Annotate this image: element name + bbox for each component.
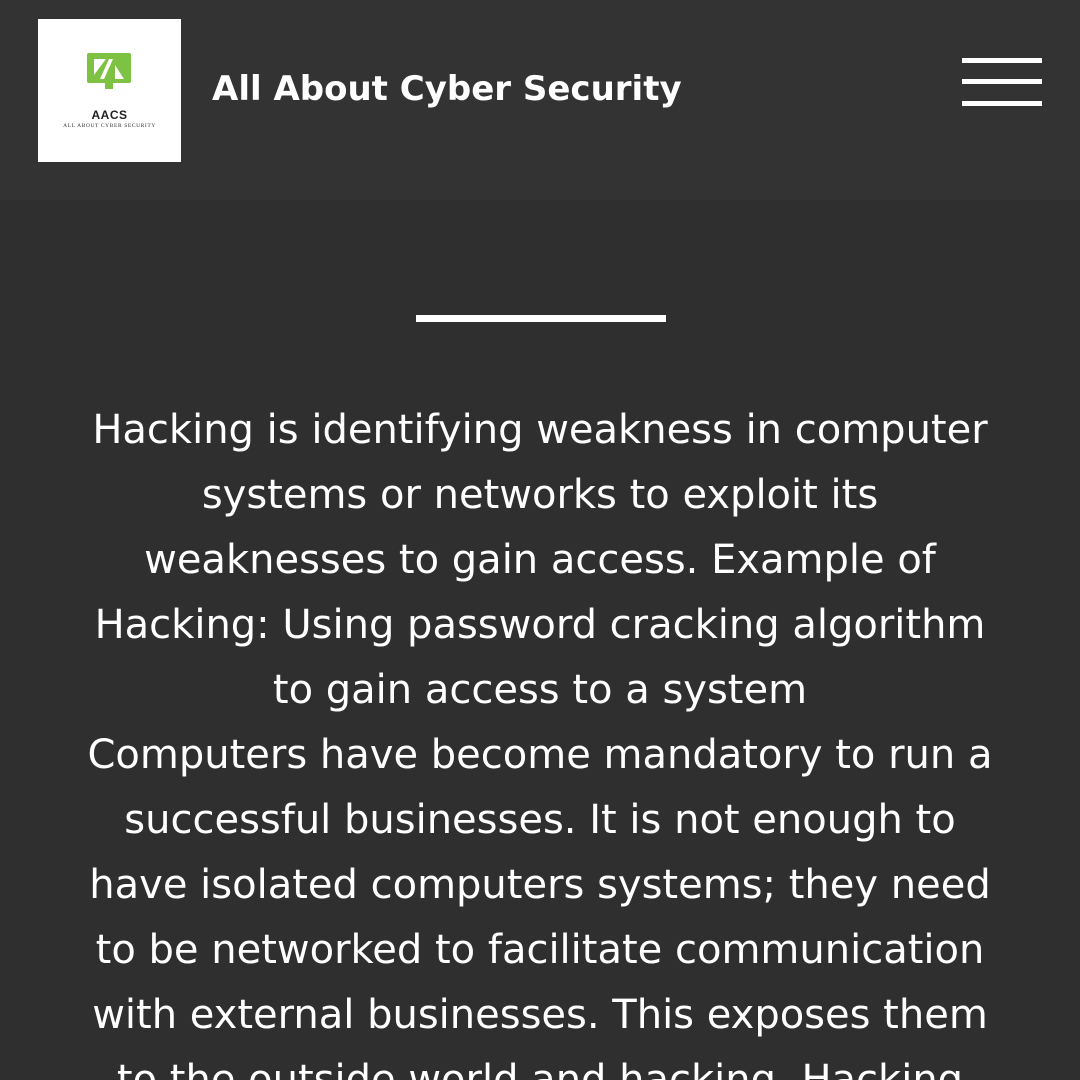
- article-line: to the outside world and hacking. Hackin…: [116, 1057, 964, 1080]
- monitor-shield-icon: [87, 53, 131, 89]
- article-line: Hacking: Using password cracking algorit…: [94, 602, 986, 648]
- article-line: successful businesses. It is not enough …: [124, 797, 956, 843]
- hamburger-menu-icon[interactable]: [962, 58, 1042, 108]
- article-line: to gain access to a system: [272, 667, 808, 713]
- article-line: Computers have become mandatory to run a: [87, 732, 993, 778]
- page: AACS ALL ABOUT CYBER SECURITY All About …: [0, 0, 1080, 1080]
- article-line: with external businesses. This exposes t…: [92, 992, 988, 1038]
- logo-tagline: ALL ABOUT CYBER SECURITY: [63, 123, 156, 129]
- article-line: have isolated computers systems; they ne…: [89, 862, 991, 908]
- article-body: Hacking is identifying weakness in compu…: [40, 398, 1040, 1080]
- article-line: Hacking is identifying weakness in compu…: [92, 407, 988, 453]
- title-divider: [416, 315, 666, 322]
- article-line: to be networked to facilitate communicat…: [95, 927, 985, 973]
- menu-bar: [962, 101, 1042, 106]
- site-header: AACS ALL ABOUT CYBER SECURITY All About …: [0, 0, 1080, 200]
- menu-bar: [962, 79, 1042, 84]
- menu-bar: [962, 58, 1042, 63]
- article-line: weaknesses to gain access. Example of: [144, 537, 936, 583]
- article-line: systems or networks to exploit its: [201, 472, 879, 518]
- site-title[interactable]: All About Cyber Security: [212, 67, 682, 111]
- logo-abbreviation: AACS: [91, 108, 128, 122]
- site-logo[interactable]: AACS ALL ABOUT CYBER SECURITY: [38, 19, 181, 162]
